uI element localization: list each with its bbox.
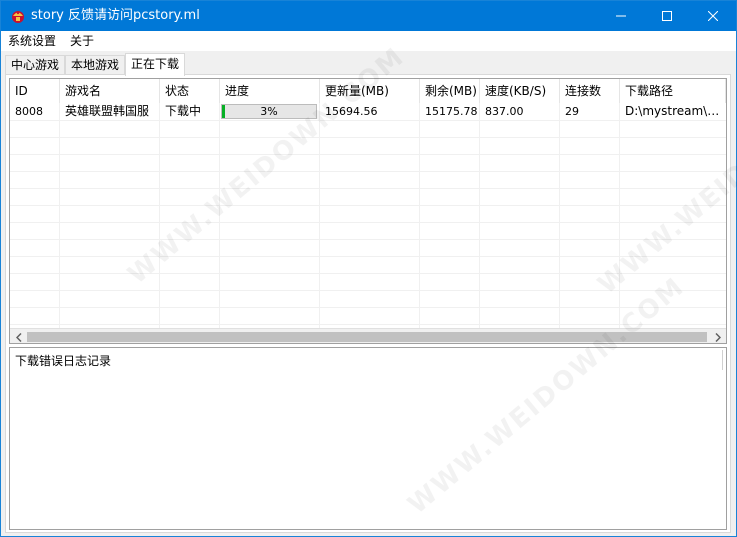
window-title: story 反馈请访问pcstory.ml [31, 8, 200, 23]
download-list[interactable]: ID 游戏名 状态 进度 更新量(MB) 剩余(MB) 速度(KB/S) 连接数… [9, 78, 727, 344]
cell-path: D:\mystream\英雄... [625, 104, 726, 118]
cell-status: 下载中 [165, 104, 202, 118]
error-log-label: 下载错误日志记录 [15, 354, 112, 368]
column-header-progress[interactable]: 进度 [220, 79, 320, 103]
minimize-icon [616, 15, 626, 17]
column-header-update[interactable]: 更新量(MB) [320, 79, 420, 103]
downloading-panel: ID 游戏名 状态 进度 更新量(MB) 剩余(MB) 速度(KB/S) 连接数… [5, 74, 731, 533]
table-row[interactable]: 8008 英雄联盟韩国服 下载中 15694.56 15175.78 837.0… [10, 103, 726, 120]
error-log-box[interactable]: 下载错误日志记录 [9, 347, 727, 530]
cell-update: 15694.56 [325, 105, 378, 118]
grid-line [419, 103, 420, 329]
table-header: ID 游戏名 状态 进度 更新量(MB) 剩余(MB) 速度(KB/S) 连接数… [10, 79, 726, 103]
column-header-remaining[interactable]: 剩余(MB) [420, 79, 480, 103]
grid-line [59, 103, 60, 329]
chevron-right-icon [714, 332, 721, 342]
grid-line [159, 103, 160, 329]
app-logo-icon [12, 11, 24, 23]
column-header-id[interactable]: ID [10, 79, 60, 103]
maximize-button[interactable] [644, 1, 690, 31]
grid-line [319, 103, 320, 329]
tab-local-games[interactable]: 本地游戏 [65, 55, 126, 75]
menu-system-settings[interactable]: 系统设置 [5, 33, 59, 49]
cell-name: 英雄联盟韩国服 [65, 104, 150, 118]
close-button[interactable] [690, 1, 736, 31]
cell-speed: 837.00 [485, 105, 524, 118]
cell-connections: 29 [565, 105, 579, 118]
title-bar[interactable]: story 反馈请访问pcstory.ml [1, 1, 736, 31]
progress-bar: 3% [221, 104, 317, 119]
grid-line [559, 103, 560, 329]
column-header-status[interactable]: 状态 [160, 79, 220, 103]
cell-id: 8008 [15, 105, 43, 118]
cell-remaining: 15175.78 [425, 105, 478, 118]
maximize-icon [662, 11, 672, 21]
tab-downloading[interactable]: 正在下载 [125, 53, 186, 76]
scroll-left-button[interactable] [10, 329, 27, 343]
app-window: story 反馈请访问pcstory.ml 系统设置 关于 中心游戏 本地游戏 … [0, 0, 737, 537]
menu-bar: 系统设置 关于 [1, 31, 736, 51]
horizontal-scrollbar[interactable] [10, 328, 726, 343]
tab-strip: 中心游戏 本地游戏 正在下载 [5, 53, 733, 76]
minimize-button[interactable] [598, 1, 644, 31]
column-header-path[interactable]: 下载路径 [620, 79, 726, 103]
close-icon [708, 11, 718, 21]
column-header-name[interactable]: 游戏名 [60, 79, 160, 103]
grid-line [619, 103, 620, 329]
progress-text: 3% [260, 105, 278, 118]
grid-line [479, 103, 480, 329]
log-scrollbar[interactable] [722, 350, 723, 370]
grid-line [219, 103, 220, 329]
tab-center-games[interactable]: 中心游戏 [5, 55, 66, 75]
menu-about[interactable]: 关于 [67, 33, 97, 49]
column-header-connections[interactable]: 连接数 [560, 79, 620, 103]
chevron-left-icon [15, 332, 22, 342]
scrollbar-thumb[interactable] [27, 332, 707, 342]
column-header-speed[interactable]: 速度(KB/S) [480, 79, 560, 103]
scroll-right-button[interactable] [709, 329, 726, 343]
